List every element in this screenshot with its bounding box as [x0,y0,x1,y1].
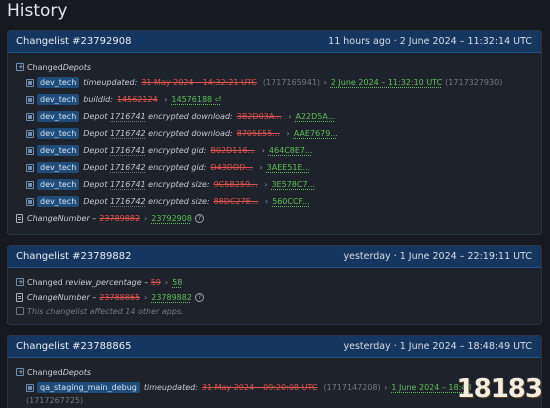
changelist-card: Changelist #23792908 11 hours ago · 2 Ju… [7,30,542,235]
changelist-time: yesterday · 1 June 2024 – 22:19:11 UTC [343,251,532,262]
depot-id[interactable]: 1716742 [110,163,146,172]
depot-change-row: dev_tech Depot 1716742 encrypted download… [16,125,533,142]
old-value: 31 May 2024 – 14:32:21 UTC [141,78,257,87]
branch-tag[interactable]: qa_staging_main_debug [37,382,140,393]
old-value: 88DC27E... [213,197,259,206]
depot-change-row: dev_tech timeupdated: 31 May 2024 – 14:32:… [16,74,533,91]
depot-icon [26,78,34,87]
document-icon [16,292,23,302]
changed-depots-heading: Changed Depots [16,60,533,74]
branch-tag[interactable]: dev_tech [37,196,80,207]
depot-change-row: dev_tech buildid: 14562124 › 14576188 ⏎ [16,91,533,108]
depot-icon [26,146,34,155]
branch-tag[interactable]: dev_tech [37,145,80,156]
depot-change-row: qa_staging_main_debug timeupdated: 31 Ma… [16,379,533,396]
new-value: 14576188 ⏎ [171,95,222,104]
old-value: B02D116... [210,146,256,155]
change-number-row: ChangeNumber – 23788865 › 23789882 ? [16,289,533,305]
depot-id[interactable]: 1716741 [110,112,146,121]
expand-icon[interactable] [16,278,24,286]
depot-change-row: dev_tech Depot 1716741 encrypted size: 9C5… [16,176,533,193]
depot-icon [26,197,34,206]
depot-change-row: dev_tech Depot 1716742 encrypted gid: D43D… [16,159,533,176]
old-value: 14562124 [116,95,158,104]
branch-tag[interactable]: dev_tech [37,128,80,139]
new-value: 3E578C7... [271,180,316,189]
expand-icon[interactable] [16,63,24,71]
changelist-time: yesterday · 1 June 2024 – 18:48:49 UTC [343,341,532,352]
change-number-row: ChangeNumber – 23789882 › 23792908 ? [16,210,533,226]
depot-change-row: dev_tech Depot 1716741 encrypted gid: B02D… [16,142,533,159]
depot-icon [26,95,34,104]
changelist-title[interactable]: Changelist #23792908 [16,36,131,47]
document-icon [16,213,23,223]
new-value: 58 [172,277,183,287]
depot-id[interactable]: 1716741 [110,146,146,155]
changed-depots-heading: Changed Depots [16,365,533,379]
depot-icon [26,129,34,138]
depot-change-row: dev_tech Depot 1716742 encrypted size: 88D… [16,193,533,210]
depot-icon [26,112,34,121]
depot-icon [26,163,34,172]
new-change-number[interactable]: 23792908 [151,214,192,223]
watermark-logo: 18183 [456,374,543,404]
copy-icon [16,307,24,315]
changelist-title[interactable]: Changelist #23788865 [16,341,131,352]
branch-tag[interactable]: dev_tech [37,162,80,173]
old-value: 9C5B259... [213,180,258,189]
new-value: 560CCF... [272,197,310,206]
old-value: 59 [150,277,161,287]
expand-icon[interactable] [16,368,24,376]
depot-icon [26,180,34,189]
new-value: A22D5A... [295,112,336,121]
branch-tag[interactable]: dev_tech [37,179,80,190]
card-header: Changelist #23789882 yesterday · 1 June … [8,246,541,268]
new-change-number[interactable]: 23789882 [151,293,192,302]
help-icon[interactable]: ? [194,213,204,223]
help-icon[interactable]: ? [194,292,204,302]
branch-tag[interactable]: dev_tech [37,77,80,88]
affected-apps-note: This changelist affected 14 other apps. [16,305,533,317]
timestamp-continuation: (1717267725) [26,396,84,405]
new-value: 3AEE51E... [266,163,311,172]
branch-tag[interactable]: dev_tech [37,111,80,122]
depot-change-row: dev_tech Depot 1716741 encrypted download… [16,108,533,125]
changelist-title[interactable]: Changelist #23789882 [16,251,131,262]
new-value: 464C8E7... [268,146,313,155]
old-value: 8705E55... [236,129,280,138]
changelist-time: 11 hours ago · 2 June 2024 – 11:32:14 UT… [328,36,532,47]
depot-icon [26,383,34,392]
old-value: 3B2D03A... [236,112,282,121]
depot-id[interactable]: 1716742 [110,197,146,206]
new-value: AAE7679... [293,129,338,138]
old-change-number: 23789882 [99,213,141,223]
old-value: D43DDD... [210,163,253,172]
branch-tag[interactable]: dev_tech [37,94,80,105]
changelist-card: Changelist #23789882 yesterday · 1 June … [7,245,542,325]
depot-id[interactable]: 1716742 [110,129,146,138]
depot-id[interactable]: 1716741 [110,180,146,189]
card-header: Changelist #23792908 11 hours ago · 2 Ju… [8,31,541,53]
new-value: 2 June 2024 – 11:32:10 UTC [330,78,443,87]
page-title: History [7,1,68,21]
old-change-number: 23788865 [99,292,141,302]
card-header: Changelist #23788865 yesterday · 1 June … [8,336,541,358]
changed-row: Changed review_percentage – 59 › 58 [16,275,533,289]
